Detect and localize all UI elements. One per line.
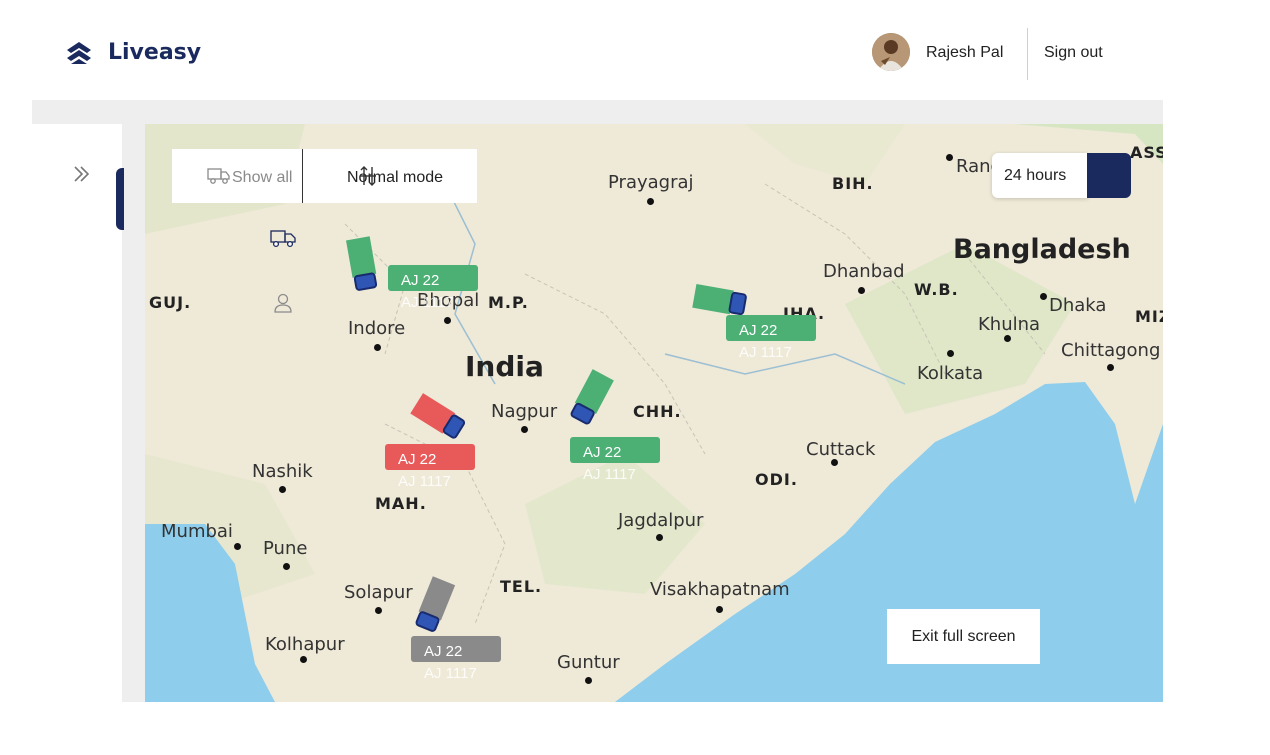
truck-label-line2: AJ 1117: [583, 466, 636, 483]
city-dot: [946, 154, 953, 161]
sidebar-active-tab[interactable]: [116, 168, 124, 230]
city-label: Prayagraj: [608, 172, 694, 193]
city-label: Kolhapur: [265, 634, 345, 655]
user-name: Rajesh Pal: [926, 44, 1004, 61]
truck-label-line1: AJ 22: [739, 322, 778, 339]
user-panel: Rajesh Pal Sign out: [870, 28, 1270, 80]
city-dot: [1004, 335, 1011, 342]
driver-filter-button[interactable]: [273, 292, 293, 319]
liveasy-logo-icon: [67, 42, 91, 64]
sign-out-link[interactable]: Sign out: [1044, 44, 1103, 62]
city-dot: [656, 534, 663, 541]
truck-label[interactable]: AJ 22 AJ 1117: [385, 444, 475, 490]
time-range-label: 24 hours: [1004, 167, 1067, 184]
city-dot: [279, 486, 286, 493]
city-dot: [947, 350, 954, 357]
sidebar-toggle-button[interactable]: [70, 162, 94, 191]
city-dot: [831, 459, 838, 466]
state-label: TEL.: [500, 577, 543, 596]
truck-label[interactable]: AJ 22 AJ 1117: [411, 636, 501, 682]
state-label: ODI.: [755, 470, 798, 489]
brand-logo[interactable]: Liveasy: [64, 38, 201, 66]
city-label: Jagdalpur: [618, 510, 704, 531]
brand-name: Liveasy: [108, 39, 202, 65]
city-dot: [300, 656, 307, 663]
country-label: Bangladesh: [953, 234, 1131, 265]
truck-label-line1: AJ 22: [424, 643, 463, 660]
truck-label-line1: AJ 22: [401, 272, 440, 289]
city-dot: [444, 317, 451, 324]
city-dot: [521, 426, 528, 433]
city-dot: [858, 287, 865, 294]
truck-label-line2: AJ 1117: [739, 344, 792, 361]
city-label: Nagpur: [491, 401, 558, 422]
city-dot: [374, 344, 381, 351]
truck-label[interactable]: AJ 22 AJ 1117: [726, 315, 816, 361]
city-label: Dhaka: [1049, 295, 1107, 316]
truck-label-line2: AJ 1117: [401, 294, 454, 311]
mode-divider: [302, 149, 303, 203]
show-all-button[interactable]: Show all: [232, 169, 292, 187]
truck-label-line1: AJ 22: [398, 451, 437, 468]
city-label: Pune: [263, 538, 308, 559]
state-label: MAH.: [375, 494, 427, 513]
city-label: Mumbai: [161, 521, 233, 542]
truck-label-line2: AJ 1117: [424, 665, 477, 682]
city-label: Kolkata: [917, 363, 984, 384]
sidebar-strip: [122, 124, 145, 702]
city-label: Visakhapatnam: [650, 579, 790, 600]
city-label: Nashik: [252, 461, 313, 482]
truck-label-line1: AJ 22: [583, 444, 622, 461]
city-label: Guntur: [557, 652, 620, 673]
truck-label-line2: AJ 1117: [398, 473, 451, 490]
avatar-image: [872, 33, 910, 71]
city-label: Cuttack: [806, 439, 876, 460]
person-icon: [274, 293, 292, 313]
city-dot: [375, 607, 382, 614]
state-label: BIH.: [832, 174, 874, 193]
state-label: ASS: [1130, 143, 1163, 162]
city-dot: [234, 543, 241, 550]
mode-switch-panel: Show all Normal mode: [172, 149, 477, 203]
state-label: GUJ.: [149, 293, 192, 312]
city-label: Solapur: [344, 582, 413, 603]
state-label: MIZ: [1135, 307, 1163, 326]
city-dot: [716, 606, 723, 613]
city-dot: [585, 677, 592, 684]
city-dot: [1107, 364, 1114, 371]
city-label: Chittagong: [1061, 340, 1161, 361]
double-chevron-right-icon: [74, 166, 90, 182]
city-label: Dhanbad: [823, 261, 905, 282]
time-range-dropdown-button[interactable]: [1087, 153, 1131, 198]
city-label: Indore: [348, 318, 406, 339]
city-dot: [1040, 293, 1047, 300]
truck-label[interactable]: AJ 22 AJ 1117: [570, 437, 660, 483]
truck-filter-button[interactable]: [269, 228, 297, 253]
city-dot: [283, 563, 290, 570]
truck-icon: [270, 230, 296, 248]
avatar[interactable]: [872, 33, 910, 71]
truck-label[interactable]: AJ 22 AJ 1117: [388, 265, 478, 311]
city-dot: [647, 198, 654, 205]
exit-fullscreen-button[interactable]: Exit full screen: [887, 609, 1040, 664]
state-label: CHH.: [633, 402, 682, 421]
city-label: Khulna: [978, 314, 1041, 335]
header-divider: [1027, 28, 1028, 80]
mode-arrows-icon: [359, 165, 377, 192]
state-label: M.P.: [488, 293, 529, 312]
map-top-strip: [32, 100, 1163, 124]
state-label: W.B.: [914, 280, 959, 299]
country-label: India: [465, 350, 544, 383]
truck-icon: [207, 167, 231, 190]
time-range-selector[interactable]: 24 hours: [992, 153, 1088, 198]
